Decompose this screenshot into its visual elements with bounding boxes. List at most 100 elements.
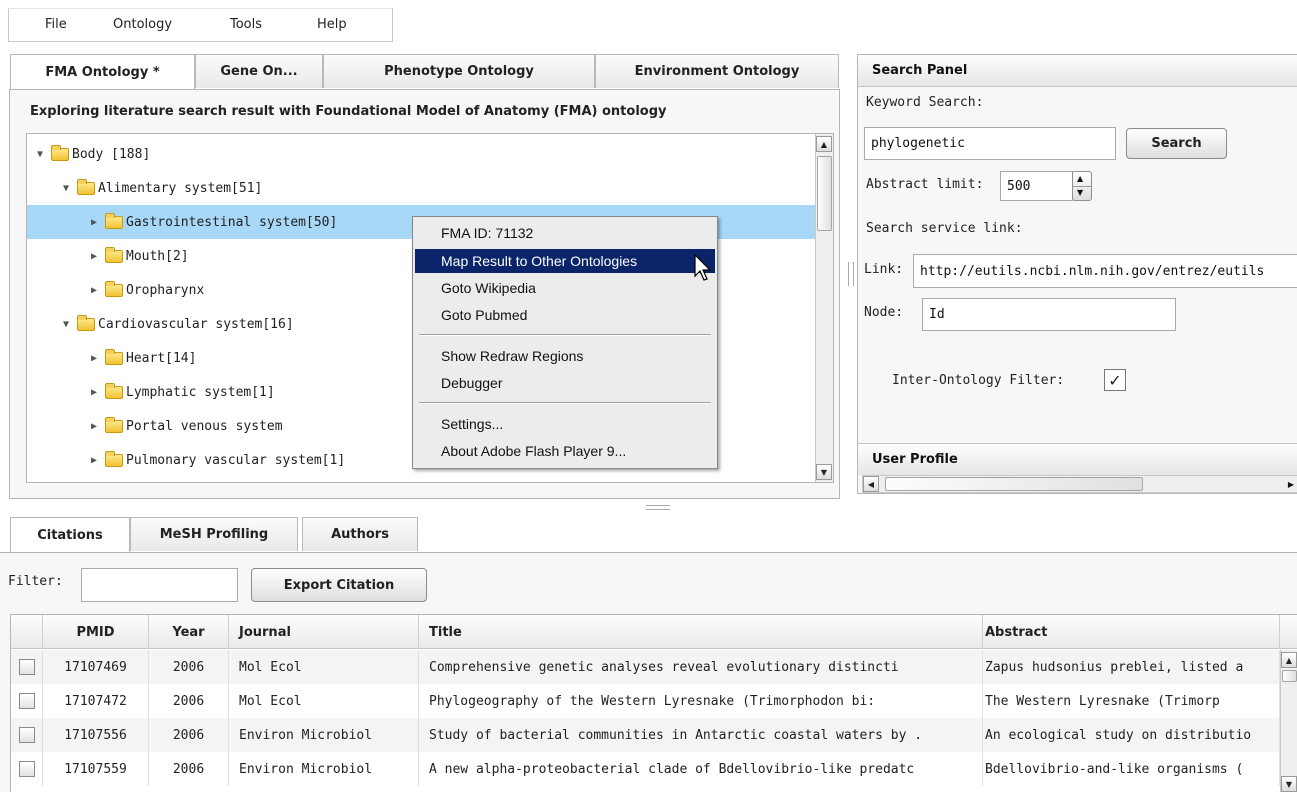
cell-pmid: 17107559 — [43, 752, 149, 786]
column-abstract[interactable]: Abstract — [983, 615, 1280, 649]
search-button[interactable]: Search — [1126, 128, 1227, 159]
ctx-goto-wikipedia[interactable]: Goto Wikipedia — [415, 276, 715, 300]
horizontal-splitter-handle[interactable] — [646, 505, 670, 510]
user-profile-title: User Profile — [872, 452, 958, 467]
cell-title: Comprehensive genetic analyses reveal ev… — [419, 650, 983, 684]
link-input[interactable]: http://eutils.ncbi.nlm.nih.gov/entrez/eu… — [913, 254, 1297, 288]
abstract-limit-stepper[interactable]: 500 — [1000, 171, 1073, 201]
expanded-arrow-icon[interactable]: ▼ — [63, 319, 77, 330]
table-row[interactable]: 17107556 2006 Environ Microbiol Study of… — [11, 718, 1280, 752]
ctx-separator — [419, 334, 711, 336]
collapsed-arrow-icon[interactable]: ▶ — [91, 455, 105, 466]
ctx-about-flash[interactable]: About Adobe Flash Player 9... — [415, 439, 715, 463]
vertical-splitter-handle[interactable] — [848, 262, 854, 286]
expanded-arrow-icon[interactable]: ▼ — [37, 149, 51, 160]
table-row[interactable]: 17107472 2006 Mol Ecol Phylogeography of… — [11, 684, 1280, 718]
row-checkbox[interactable] — [18, 761, 35, 777]
scroll-down-icon[interactable]: ▼ — [816, 464, 832, 480]
cell-abstract: Zapus hudsonius preblei, listed a — [983, 650, 1280, 684]
table-row[interactable]: 17107559 2006 Environ Microbiol A new al… — [11, 752, 1280, 786]
inter-ontology-filter-label: Inter-Ontology Filter: — [892, 373, 1065, 388]
ontology-tab-bar: FMA Ontology * Gene On... Phenotype Onto… — [10, 54, 840, 90]
row-checkbox[interactable] — [18, 659, 35, 675]
cell-journal: Environ Microbiol — [229, 718, 419, 752]
search-panel-hscrollbar[interactable]: ◀ ▶ — [862, 475, 1297, 493]
keyword-search-label: Keyword Search: — [866, 95, 984, 110]
folder-icon — [105, 280, 123, 297]
scroll-thumb[interactable] — [1282, 670, 1297, 682]
tab-authors[interactable]: Authors — [302, 517, 418, 551]
menu-help[interactable]: Help — [317, 17, 347, 32]
folder-icon — [105, 212, 123, 229]
cell-journal: Mol Ecol — [229, 684, 419, 718]
cell-title: Phylogeography of the Western Lyresnake … — [419, 684, 983, 718]
column-journal[interactable]: Journal — [229, 615, 419, 649]
tree-row-label: Cardiovascular system[16] — [98, 316, 294, 332]
tab-environment-ontology[interactable]: Environment Ontology — [595, 54, 839, 88]
user-profile-header[interactable]: User Profile — [858, 443, 1297, 475]
tab-phenotype-ontology[interactable]: Phenotype Ontology — [323, 54, 595, 88]
tree-row-body[interactable]: ▼ Body [188] — [27, 137, 817, 171]
menu-ontology[interactable]: Ontology — [113, 17, 172, 32]
ctx-show-redraw-regions[interactable]: Show Redraw Regions — [415, 344, 715, 368]
cell-pmid: 17107472 — [43, 684, 149, 718]
scroll-right-icon[interactable]: ▶ — [1283, 476, 1297, 492]
ctx-goto-pubmed[interactable]: Goto Pubmed — [415, 303, 715, 327]
node-label: Node: — [864, 305, 904, 320]
stepper-up-icon[interactable]: ▲ — [1077, 174, 1083, 183]
tab-gene-ontology[interactable]: Gene On... — [195, 54, 323, 88]
tab-fma-ontology[interactable]: FMA Ontology * — [10, 54, 195, 90]
scroll-thumb[interactable] — [817, 156, 832, 231]
tab-mesh-profiling[interactable]: MeSH Profiling — [130, 517, 298, 551]
scroll-up-icon[interactable]: ▲ — [816, 136, 832, 152]
collapsed-arrow-icon[interactable]: ▶ — [91, 353, 105, 364]
cell-year: 2006 — [149, 752, 229, 786]
ctx-debugger[interactable]: Debugger — [415, 371, 715, 395]
menu-tools[interactable]: Tools — [230, 17, 262, 32]
cell-title: Study of bacterial communities in Antarc… — [419, 718, 983, 752]
citation-filter-input[interactable] — [81, 568, 238, 602]
scroll-up-icon[interactable]: ▲ — [1281, 652, 1297, 668]
column-year[interactable]: Year — [149, 615, 229, 649]
ctx-map-result[interactable]: Map Result to Other Ontologies — [415, 249, 715, 273]
export-citation-button[interactable]: Export Citation — [251, 568, 427, 602]
collapsed-arrow-icon[interactable]: ▶ — [91, 421, 105, 432]
stepper-down-icon[interactable]: ▼ — [1077, 188, 1083, 197]
table-row[interactable]: 17107469 2006 Mol Ecol Comprehensive gen… — [11, 650, 1280, 684]
tree-row-label: Lymphatic system[1] — [126, 384, 275, 400]
tree-scrollbar[interactable]: ▲ ▼ — [815, 134, 833, 482]
abstract-limit-label: Abstract limit: — [866, 177, 984, 192]
citations-table: PMID Year Journal Title Abstract 1710746… — [10, 614, 1297, 792]
node-input[interactable]: Id — [922, 298, 1176, 331]
folder-icon — [105, 450, 123, 467]
table-scrollbar[interactable]: ▲ ▼ — [1280, 650, 1297, 792]
keyword-search-input[interactable]: phylogenetic — [864, 127, 1116, 160]
ctx-settings[interactable]: Settings... — [415, 412, 715, 436]
row-checkbox[interactable] — [18, 727, 35, 743]
cell-year: 2006 — [149, 684, 229, 718]
inter-ontology-filter-checkbox[interactable]: ✓ — [1104, 369, 1126, 391]
scroll-left-icon[interactable]: ◀ — [863, 476, 879, 492]
folder-open-icon — [77, 314, 95, 331]
cell-year: 2006 — [149, 650, 229, 684]
column-title[interactable]: Title — [419, 615, 983, 649]
menu-file[interactable]: File — [45, 17, 67, 32]
column-pmid[interactable]: PMID — [43, 615, 149, 649]
cell-journal: Mol Ecol — [229, 650, 419, 684]
tree-row-alimentary-system[interactable]: ▼ Alimentary system[51] — [27, 171, 817, 205]
tab-citations[interactable]: Citations — [10, 517, 130, 553]
expanded-arrow-icon[interactable]: ▼ — [63, 183, 77, 194]
row-checkbox[interactable] — [18, 693, 35, 709]
cell-pmid: 17107469 — [43, 650, 149, 684]
collapsed-arrow-icon[interactable]: ▶ — [91, 217, 105, 228]
stepper-buttons[interactable]: ▲ ▼ — [1072, 171, 1092, 201]
scroll-thumb[interactable] — [885, 477, 1143, 491]
tree-row-label: Body [188] — [72, 146, 151, 162]
scroll-down-icon[interactable]: ▼ — [1281, 776, 1297, 792]
ctx-fma-id[interactable]: FMA ID: 71132 — [415, 221, 715, 245]
tree-row-label: Alimentary system[51] — [98, 180, 263, 196]
collapsed-arrow-icon[interactable]: ▶ — [91, 251, 105, 262]
collapsed-arrow-icon[interactable]: ▶ — [91, 285, 105, 296]
collapsed-arrow-icon[interactable]: ▶ — [91, 387, 105, 398]
cell-journal: Environ Microbiol — [229, 752, 419, 786]
